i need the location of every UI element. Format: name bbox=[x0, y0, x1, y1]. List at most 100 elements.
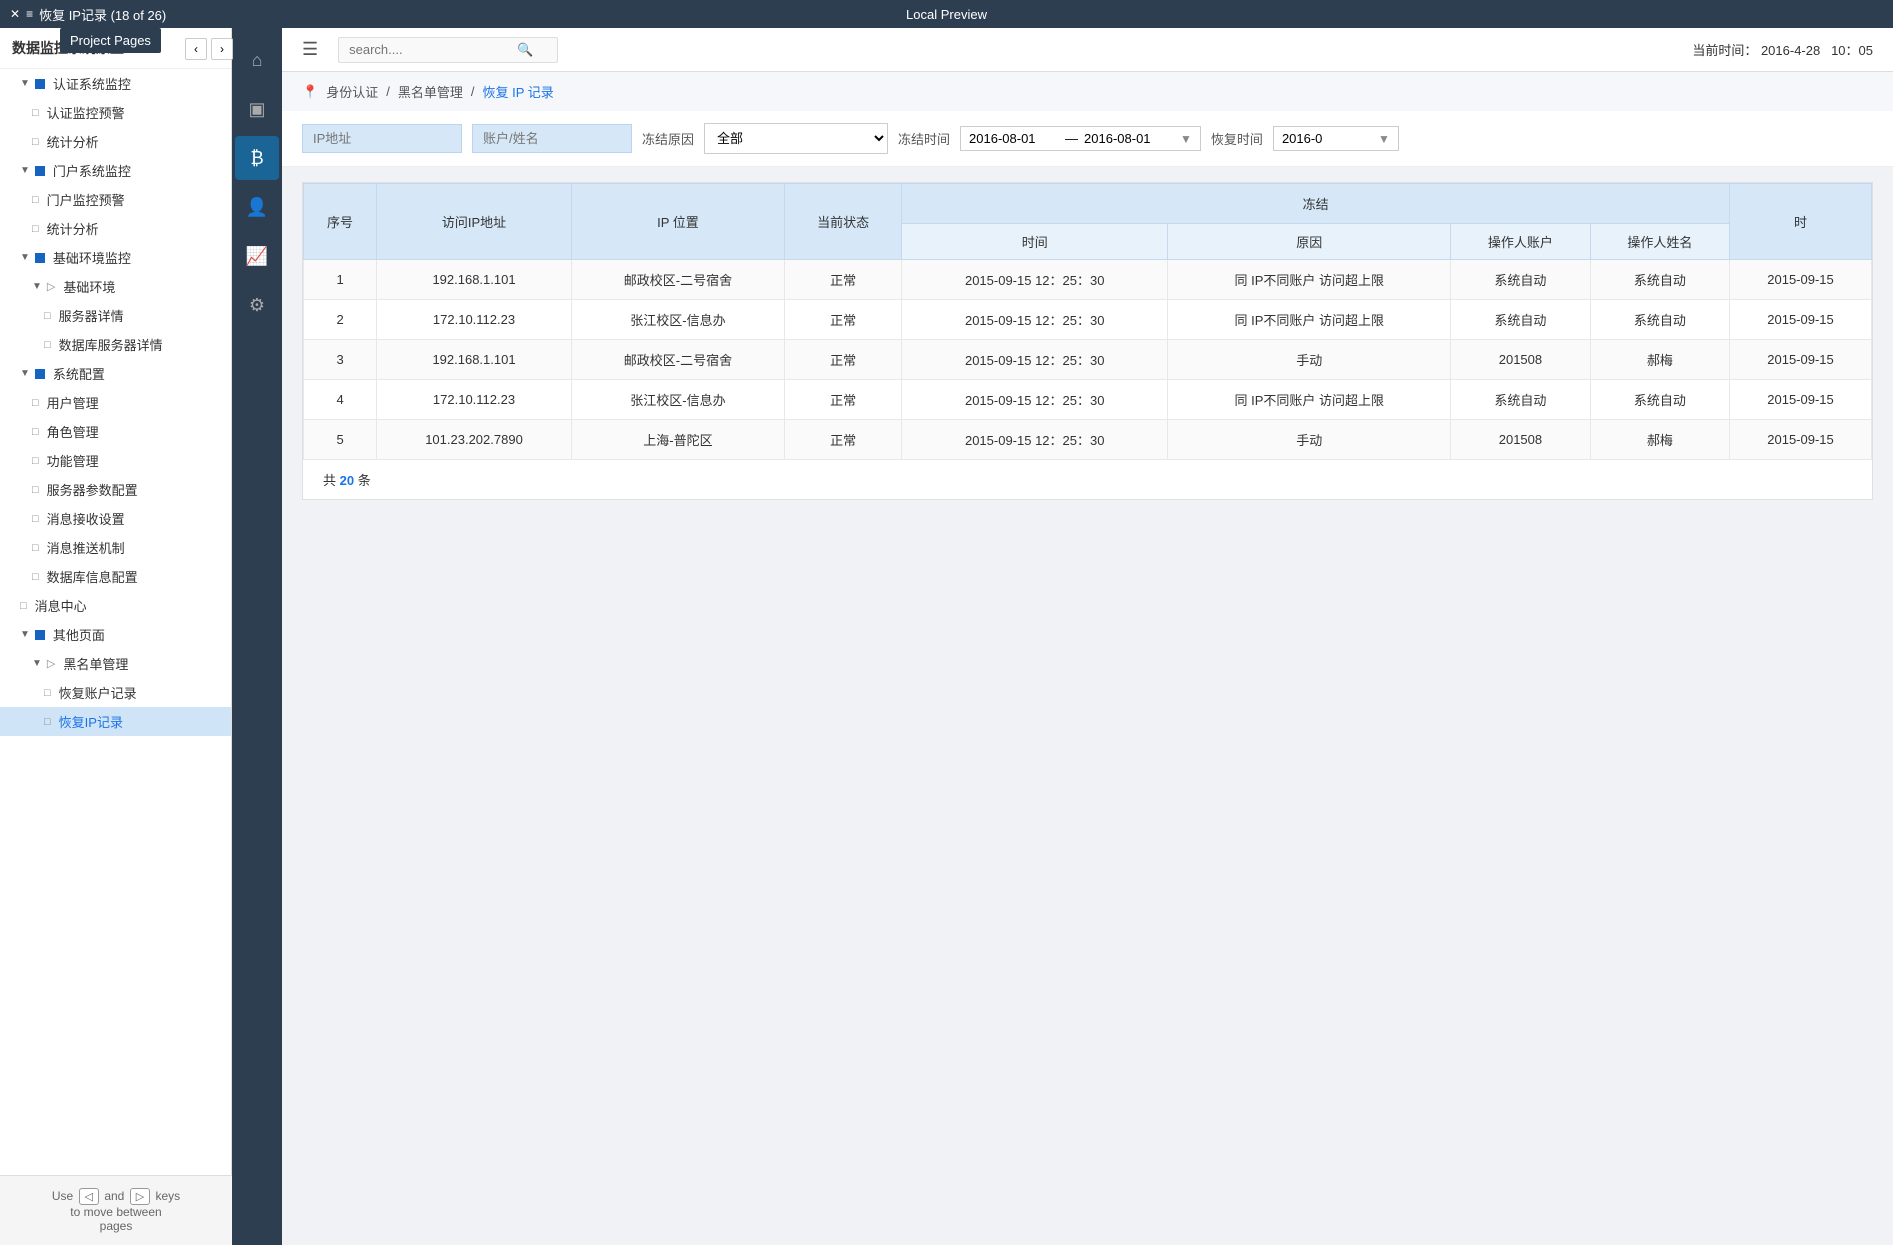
sidebar-item-auth-analysis[interactable]: □ 统计分析 bbox=[0, 127, 231, 156]
cell-seq: 3 bbox=[304, 340, 377, 380]
cell-freeze-op-account: 系统自动 bbox=[1451, 380, 1590, 420]
tree-expand-arrow: ▼ bbox=[20, 78, 30, 89]
tree-page-icon: □ bbox=[44, 716, 51, 728]
sidebar-item-portal-analysis[interactable]: □ 统计分析 bbox=[0, 214, 231, 243]
freeze-reason-select[interactable]: 全部 同IP不同账户 访问超上限 手动 bbox=[704, 123, 888, 154]
freeze-end-date[interactable] bbox=[1084, 131, 1174, 146]
table-row[interactable]: 1 192.168.1.101 邮政校区-二号宿舍 正常 2015-09-15 … bbox=[304, 260, 1872, 300]
sidebar-item-sys-config[interactable]: ▼ 系统配置 bbox=[0, 359, 231, 388]
tree-expand-arrow: ▼ bbox=[20, 165, 30, 176]
cell-freeze-time: 2015-09-15 12：25：30 bbox=[902, 340, 1168, 380]
tree-item-label: 统计分析 bbox=[47, 132, 99, 151]
sidebar-item-func-mgmt[interactable]: □ 功能管理 bbox=[0, 446, 231, 475]
sidebar-item-auth-monitor[interactable]: ▼ 认证系统监控 bbox=[0, 69, 231, 98]
tree-page-icon: □ bbox=[32, 136, 39, 148]
cell-freeze-reason: 同 IP不同账户 访问超上限 bbox=[1168, 260, 1451, 300]
prev-arrow[interactable]: ‹ bbox=[185, 38, 207, 60]
sidebar-item-msg-push[interactable]: □ 消息推送机制 bbox=[0, 533, 231, 562]
sidebar-item-user-mgmt[interactable]: □ 用户管理 bbox=[0, 388, 231, 417]
sidebar-item-portal-alert[interactable]: □ 门户监控预警 bbox=[0, 185, 231, 214]
tree-item-label: 消息推送机制 bbox=[47, 538, 125, 557]
breadcrumb-item-1[interactable]: 黑名单管理 bbox=[398, 82, 463, 101]
sidebar-item-db-server-detail[interactable]: □ 数据库服务器详情 bbox=[0, 330, 231, 359]
recover-time-range: ▼ bbox=[1273, 126, 1399, 151]
page-header: ☰ 🔍 当前时间： 2016-4-28 10：05 bbox=[282, 28, 1893, 72]
sidebar-item-recover-account[interactable]: □ 恢复账户记录 bbox=[0, 678, 231, 707]
tree-page-icon: □ bbox=[32, 194, 39, 206]
menu-toggle-icon[interactable]: ☰ bbox=[302, 39, 318, 60]
tree-expand-arrow: ▼ bbox=[20, 252, 30, 263]
cell-ip: 172.10.112.23 bbox=[377, 380, 572, 420]
sidebar-item-infra-monitor[interactable]: ▼ 基础环境监控 bbox=[0, 243, 231, 272]
sidebar-item-recover-ip[interactable]: □ 恢复IP记录 bbox=[0, 707, 231, 736]
sidebar-item-role-mgmt[interactable]: □ 角色管理 bbox=[0, 417, 231, 446]
tree-item-label: 角色管理 bbox=[47, 422, 99, 441]
sidebar-item-infra-env[interactable]: ▼ ▷ 基础环境 bbox=[0, 272, 231, 301]
sidebar-item-msg-receive[interactable]: □ 消息接收设置 bbox=[0, 504, 231, 533]
sidebar-item-server-params[interactable]: □ 服务器参数配置 bbox=[0, 475, 231, 504]
breadcrumb-item-0[interactable]: 身份认证 bbox=[326, 82, 378, 101]
sidebar-icon-home[interactable]: ⌂ bbox=[235, 38, 279, 82]
recover-date[interactable] bbox=[1282, 131, 1372, 146]
table-row[interactable]: 5 101.23.202.7890 上海-普陀区 正常 2015-09-15 1… bbox=[304, 420, 1872, 460]
calendar-icon: ▼ bbox=[1180, 132, 1192, 146]
cell-recover-col: 2015-09-15 bbox=[1730, 340, 1872, 380]
cell-freeze-reason: 手动 bbox=[1168, 340, 1451, 380]
col-recover: 时 bbox=[1730, 184, 1872, 260]
sidebar-item-msg-center[interactable]: □ 消息中心 bbox=[0, 591, 231, 620]
tree-item-label: 基础环境 bbox=[63, 277, 115, 296]
freeze-time-label: 冻结时间 bbox=[898, 129, 950, 148]
cell-seq: 2 bbox=[304, 300, 377, 340]
account-filter-input[interactable] bbox=[472, 124, 632, 153]
tree-item-label: 服务器详情 bbox=[59, 306, 124, 325]
tree-page-icon: □ bbox=[44, 687, 51, 699]
cell-location: 邮政校区-二号宿舍 bbox=[571, 260, 784, 300]
menu-icon[interactable]: ≡ bbox=[26, 7, 33, 21]
cell-freeze-op-name: 系统自动 bbox=[1590, 380, 1729, 420]
table-row[interactable]: 3 192.168.1.101 邮政校区-二号宿舍 正常 2015-09-15 … bbox=[304, 340, 1872, 380]
search-input[interactable] bbox=[349, 42, 509, 57]
search-icon: 🔍 bbox=[517, 42, 533, 58]
cell-location: 张江校区-信息办 bbox=[571, 380, 784, 420]
cell-ip: 101.23.202.7890 bbox=[377, 420, 572, 460]
cell-freeze-op-account: 201508 bbox=[1451, 340, 1590, 380]
sidebar-icon-chart[interactable]: 📈 bbox=[235, 234, 279, 278]
sidebar-item-db-config[interactable]: □ 数据库信息配置 bbox=[0, 562, 231, 591]
tree-item-label: 功能管理 bbox=[47, 451, 99, 470]
tree-item-label: 消息接收设置 bbox=[47, 509, 125, 528]
sidebar-icon-settings[interactable]: ⚙ bbox=[235, 283, 279, 327]
table-row[interactable]: 2 172.10.112.23 张江校区-信息办 正常 2015-09-15 1… bbox=[304, 300, 1872, 340]
sidebar-item-other-pages[interactable]: ▼ 其他页面 bbox=[0, 620, 231, 649]
sidebar-item-auth-alert[interactable]: □ 认证监控预警 bbox=[0, 98, 231, 127]
content-area: 序号 访问IP地址 IP 位置 当前状态 冻结 时 时间 原因 操作人账户 操作… bbox=[282, 182, 1893, 520]
freeze-start-date[interactable] bbox=[969, 131, 1059, 146]
next-arrow[interactable]: › bbox=[211, 38, 233, 60]
cell-status: 正常 bbox=[784, 340, 901, 380]
tree-item-label: 用户管理 bbox=[47, 393, 99, 412]
tree-page-icon: □ bbox=[32, 513, 39, 525]
tree-folder-icon: ▷ bbox=[47, 280, 55, 293]
tree-item-label: 恢复账户记录 bbox=[59, 683, 137, 702]
sidebar-icon-monitor[interactable]: ▣ bbox=[235, 87, 279, 131]
ip-filter-input[interactable] bbox=[302, 124, 462, 153]
tree-item-label: 数据库信息配置 bbox=[47, 567, 138, 586]
sidebar-item-server-detail[interactable]: □ 服务器详情 bbox=[0, 301, 231, 330]
tree-page-icon: □ bbox=[32, 426, 39, 438]
sidebar-item-blacklist-mgmt[interactable]: ▼ ▷ 黑名单管理 bbox=[0, 649, 231, 678]
sidebar-icon-users[interactable]: 👤 bbox=[235, 185, 279, 229]
close-icon[interactable]: ✕ bbox=[10, 7, 20, 21]
data-table: 序号 访问IP地址 IP 位置 当前状态 冻结 时 时间 原因 操作人账户 操作… bbox=[303, 183, 1872, 460]
project-pages-tooltip: Project Pages bbox=[60, 28, 161, 53]
use-text: Use bbox=[52, 1189, 73, 1203]
tree-color-icon bbox=[35, 166, 45, 176]
tree-page-icon: □ bbox=[32, 542, 39, 554]
table-row[interactable]: 4 172.10.112.23 张江校区-信息办 正常 2015-09-15 1… bbox=[304, 380, 1872, 420]
sidebar-icon-finance[interactable]: ₿ bbox=[235, 136, 279, 180]
sidebar-item-portal-monitor[interactable]: ▼ 门户系统监控 bbox=[0, 156, 231, 185]
next-key-icon: ▷ bbox=[130, 1188, 150, 1205]
icon-sidebar: ⌂ ▣ ₿ 👤 📈 ⚙ bbox=[232, 28, 282, 1245]
tree-expand-arrow: ▼ bbox=[32, 658, 42, 669]
tree-folder-icon: ▷ bbox=[47, 657, 55, 670]
cell-freeze-time: 2015-09-15 12：25：30 bbox=[902, 260, 1168, 300]
cell-status: 正常 bbox=[784, 300, 901, 340]
